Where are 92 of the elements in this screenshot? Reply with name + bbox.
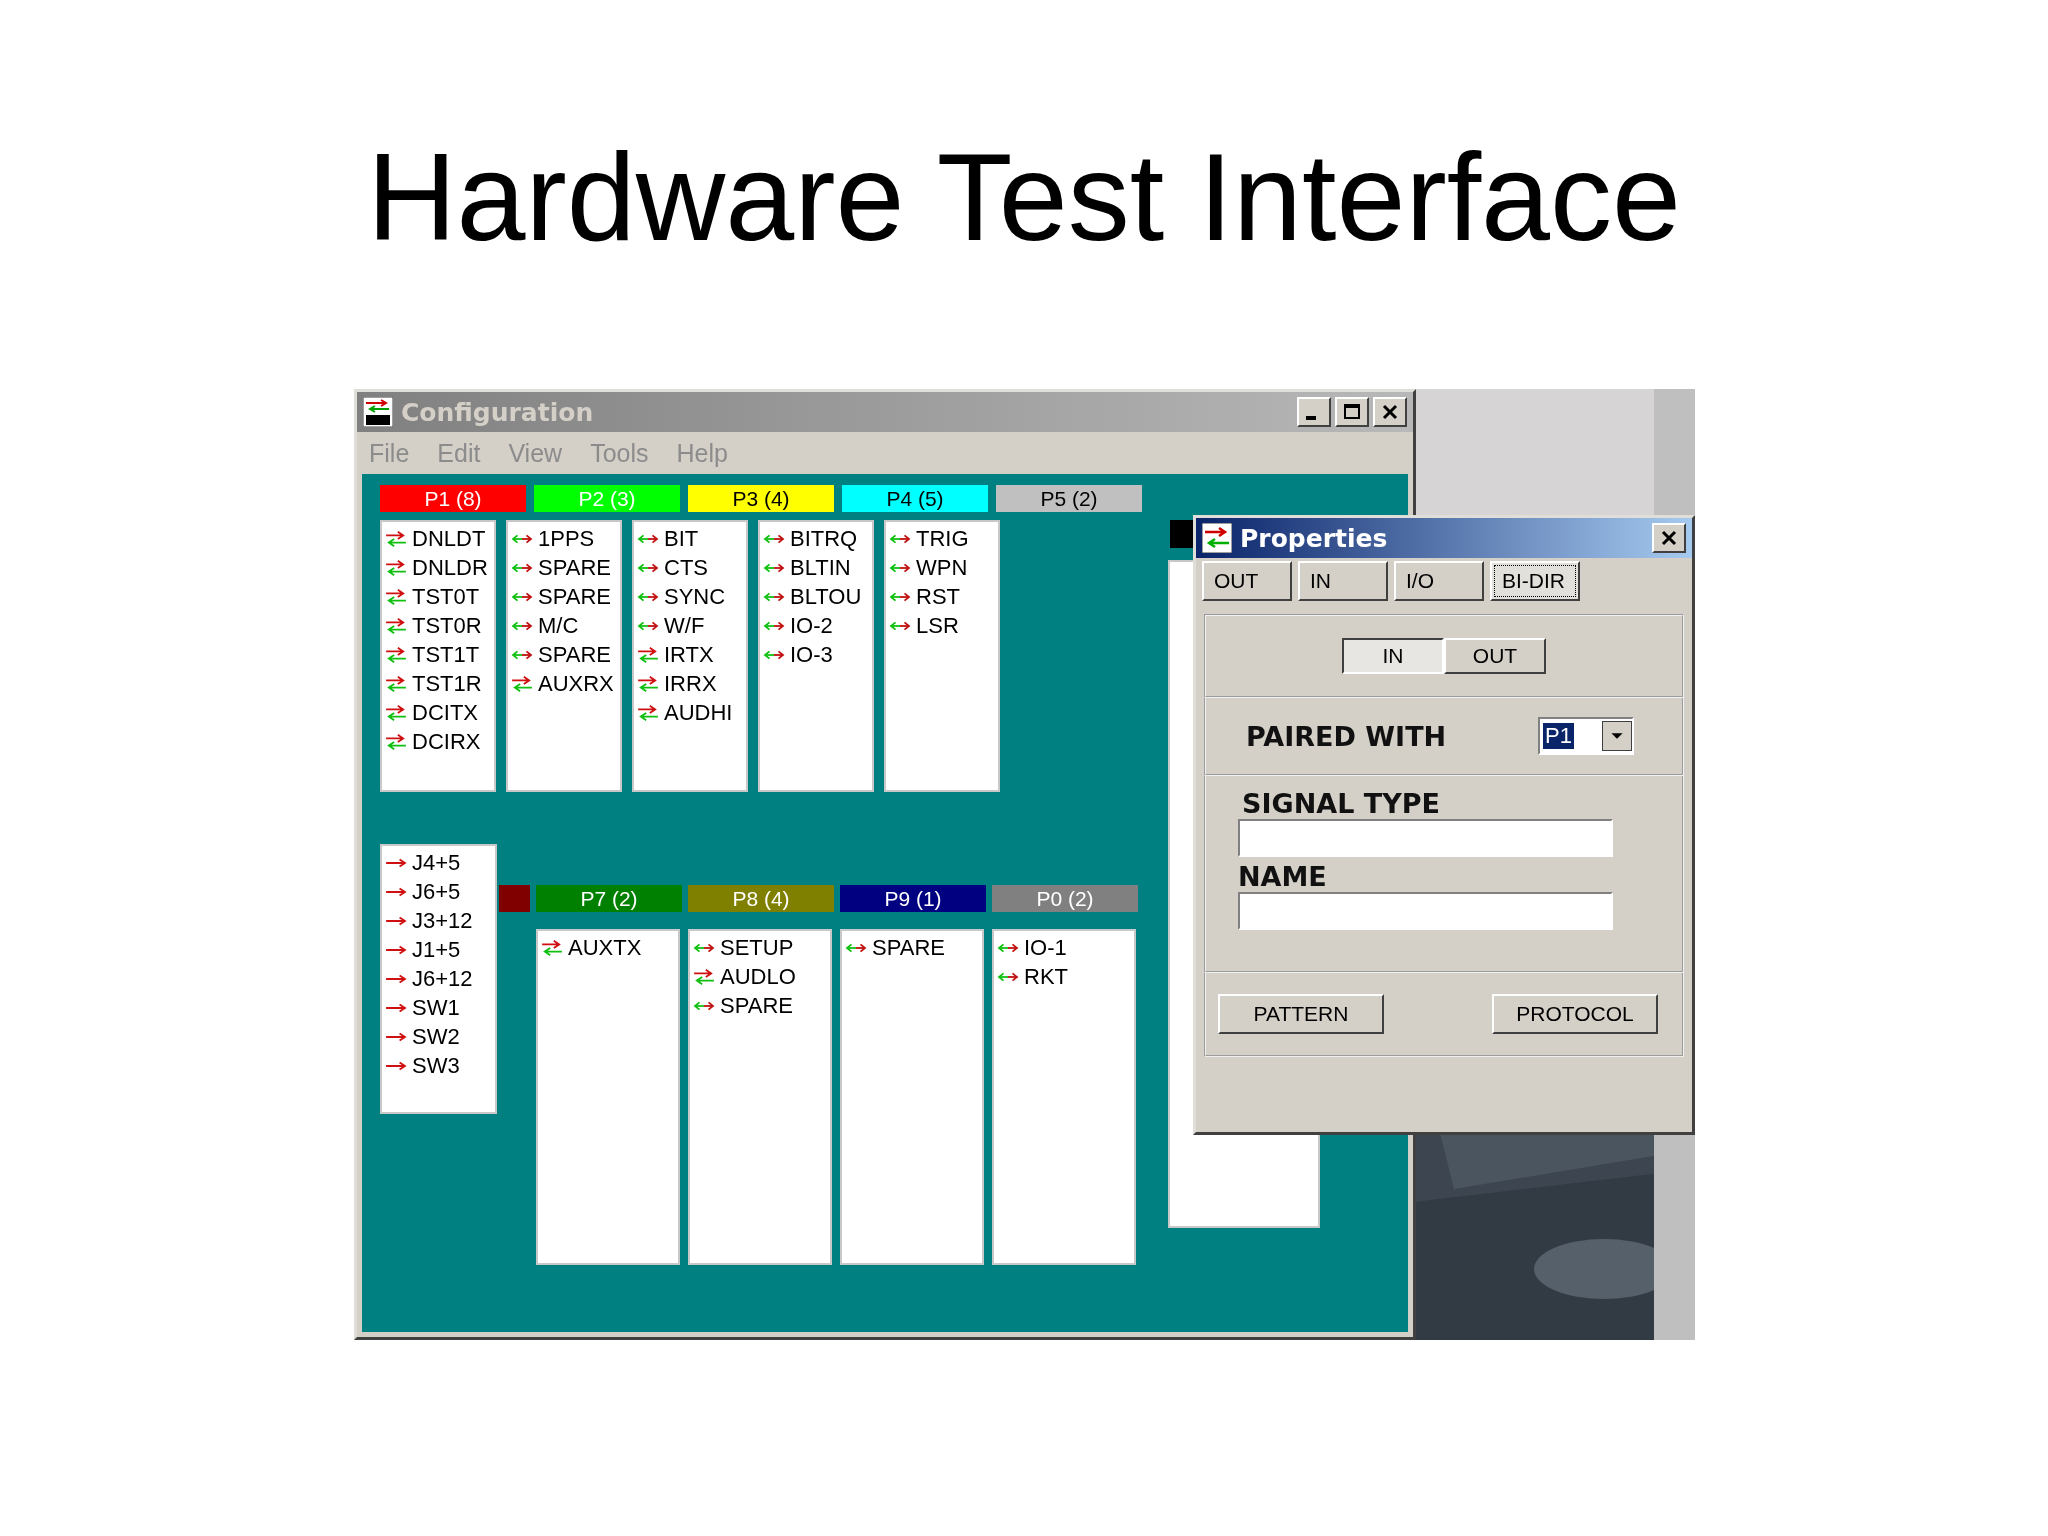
signal-item[interactable]: BLTIN [760, 553, 872, 582]
swap-arrows-icon [692, 967, 716, 986]
signal-item[interactable]: IO-1 [994, 933, 1134, 962]
field-label: NAME [1238, 861, 1328, 892]
signal-item[interactable]: SPARE [690, 991, 830, 1020]
signal-item[interactable]: DNLDT [382, 524, 494, 553]
window-title: Configuration [401, 397, 594, 427]
toggle-button[interactable]: IN [1342, 638, 1444, 674]
signal-item[interactable]: AUXTX [538, 933, 678, 962]
close-icon [1380, 402, 1400, 422]
swap-arrows-icon [384, 645, 408, 664]
port-header[interactable]: P7 (2) [536, 885, 682, 912]
signal-item[interactable]: M/C [508, 611, 620, 640]
swap-arrows-icon [540, 938, 564, 957]
port-header[interactable]: P3 (4) [688, 485, 834, 512]
signal-item[interactable]: AUDLO [690, 962, 830, 991]
maximize-icon [1342, 402, 1362, 422]
signal-item[interactable]: BIT [634, 524, 746, 553]
swap-arrows-icon [384, 616, 408, 635]
port-header[interactable]: P4 (5) [842, 485, 988, 512]
signal-item[interactable]: TST0R [382, 611, 494, 640]
signal-item[interactable]: TST1T [382, 640, 494, 669]
signal-item[interactable]: AUDHI [634, 698, 746, 727]
swap-arrows-icon [1202, 523, 1232, 553]
signal-item[interactable]: SETUP [690, 933, 830, 962]
signal-item[interactable]: IRRX [634, 669, 746, 698]
field-label: SIGNAL TYPE [1242, 788, 1441, 819]
port-header[interactable]: P1 (8) [380, 485, 526, 512]
signal-item[interactable]: 1PPS [508, 524, 620, 553]
signal-item[interactable]: CTS [634, 553, 746, 582]
signal-item[interactable]: SPARE [842, 933, 982, 962]
signal-item[interactable]: LSR [886, 611, 998, 640]
slide-title: Hardware Test Interface [366, 127, 1682, 268]
swap-arrows-icon [510, 674, 534, 693]
app-icon [363, 397, 393, 427]
signal-item[interactable]: J6+5 [382, 877, 495, 906]
swap-arrows-icon [636, 703, 660, 722]
swap-arrows-icon [636, 645, 660, 664]
signal-item[interactable]: SW3 [382, 1051, 495, 1080]
direction-tab[interactable]: OUT [1202, 561, 1292, 601]
direction-tab[interactable]: I/O [1394, 561, 1484, 601]
signal-item[interactable]: J3+12 [382, 906, 495, 935]
signal-item[interactable]: TST0T [382, 582, 494, 611]
signal-item[interactable]: TST1R [382, 669, 494, 698]
toggle-button[interactable]: OUT [1444, 638, 1546, 674]
signal-item[interactable]: BITRQ [760, 524, 872, 553]
swap-arrows-icon [384, 732, 408, 751]
input-field[interactable] [1238, 819, 1613, 857]
swap-arrows-icon [384, 587, 408, 606]
action-button[interactable]: PATTERN [1218, 994, 1384, 1034]
paired-dropdown[interactable]: P1 [1538, 717, 1634, 755]
signal-item[interactable]: IO-2 [760, 611, 872, 640]
port-header[interactable]: P9 (1) [840, 885, 986, 912]
signal-item[interactable]: SW2 [382, 1022, 495, 1051]
signal-item[interactable]: W/F [634, 611, 746, 640]
signal-item[interactable]: SPARE [508, 553, 620, 582]
window-title: Properties [1240, 523, 1388, 553]
signal-item[interactable]: WPN [886, 553, 998, 582]
action-button[interactable]: PROTOCOL [1492, 994, 1658, 1034]
swap-arrows-icon [384, 674, 408, 693]
field-label: PAIRED WITH [1246, 720, 1447, 752]
signal-item[interactable]: IRTX [634, 640, 746, 669]
direction-tab[interactable]: BI-DIR [1490, 561, 1580, 601]
signal-item[interactable]: RST [886, 582, 998, 611]
signal-item[interactable]: SYNC [634, 582, 746, 611]
signal-item[interactable]: J6+12 [382, 964, 495, 993]
signal-item[interactable]: DNLDR [382, 553, 494, 582]
signal-item[interactable]: TRIG [886, 524, 998, 553]
signal-item[interactable]: SW1 [382, 993, 495, 1022]
port-header[interactable]: P5 (2) [996, 485, 1142, 512]
swap-arrows-icon [384, 703, 408, 722]
signal-item[interactable]: J1+5 [382, 935, 495, 964]
signal-item[interactable]: IO-3 [760, 640, 872, 669]
port-header[interactable]: P0 (2) [992, 885, 1138, 912]
swap-arrows-icon [384, 558, 408, 577]
input-field[interactable] [1238, 892, 1613, 930]
signal-item[interactable]: DCIRX [382, 727, 494, 756]
swap-arrows-icon [384, 529, 408, 548]
swap-arrows-icon [636, 674, 660, 693]
signal-item[interactable]: BLTOU [760, 582, 872, 611]
port-header[interactable]: P8 (4) [688, 885, 834, 912]
direction-tab[interactable]: IN [1298, 561, 1388, 601]
signal-item[interactable]: SPARE [508, 640, 620, 669]
signal-item[interactable]: SPARE [508, 582, 620, 611]
dropdown-caret-icon [1602, 721, 1632, 751]
signal-item[interactable]: J4+5 [382, 848, 495, 877]
signal-item[interactable]: RKT [994, 962, 1134, 991]
close-button[interactable] [1652, 523, 1686, 553]
signal-item[interactable]: AUXRX [508, 669, 620, 698]
minimize-icon [1306, 416, 1316, 420]
close-icon [1659, 528, 1679, 548]
signal-item[interactable]: DCITX [382, 698, 494, 727]
